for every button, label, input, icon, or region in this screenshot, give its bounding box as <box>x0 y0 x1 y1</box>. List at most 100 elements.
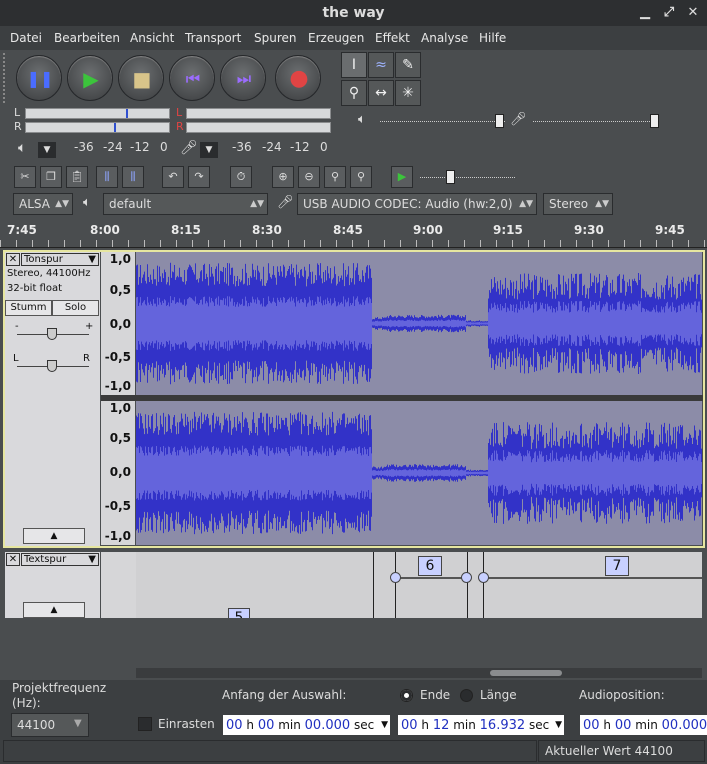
label-6[interactable]: 6 <box>418 556 442 576</box>
envelope-tool-icon[interactable]: ≈ <box>368 52 394 78</box>
label-track-controls: ✕ Textspur ▼ ▲ <box>5 552 100 618</box>
play-speed-slider[interactable] <box>420 177 515 178</box>
waveform-channel-2[interactable] <box>136 401 702 545</box>
audio-position-time[interactable]: 00 h 00 min 00.000 <box>580 715 707 735</box>
silence-icon[interactable]: ⫼ <box>122 166 144 188</box>
pos-seconds: 00.000 <box>661 718 707 733</box>
end-radio[interactable] <box>400 689 413 702</box>
unit-h: h <box>421 718 429 732</box>
skip-end-button[interactable]: ⏭ <box>220 55 266 101</box>
horizontal-scrollbar[interactable] <box>136 668 702 678</box>
multi-tool-icon[interactable]: ✳ <box>395 80 421 106</box>
skip-start-button[interactable]: ⏮ <box>169 55 215 101</box>
input-volume-slider[interactable] <box>533 121 658 122</box>
play-at-speed-icon[interactable]: ▶ <box>391 166 413 188</box>
menu-hilfe[interactable]: Hilfe <box>479 31 506 45</box>
close-label-track-icon[interactable]: ✕ <box>6 553 20 566</box>
stop-icon: ■ <box>132 67 152 91</box>
cut-icon[interactable]: ✂ <box>14 166 36 188</box>
output-device-select[interactable]: default ▲▼ <box>103 193 268 215</box>
paste-icon[interactable]: 📋︎ <box>66 166 88 188</box>
playback-meter-dropdown[interactable]: ▼ <box>38 142 56 158</box>
record-meter-bar-r[interactable] <box>186 122 331 133</box>
fit-selection-icon[interactable]: ⚲ <box>324 166 346 188</box>
menu-analyse[interactable]: Analyse <box>421 31 468 45</box>
record-meter-r: R <box>176 120 184 133</box>
selection-start-time[interactable]: 00 h 00 min 00.000 sec ▼ <box>223 715 390 735</box>
record-icon: ● <box>289 66 309 91</box>
redo-icon[interactable]: ↷ <box>188 166 210 188</box>
label-5[interactable]: 5 <box>228 608 250 618</box>
input-volume-thumb[interactable] <box>650 114 659 128</box>
channel1-vertical-ruler[interactable]: 1,0 0,5 0,0 -0,5 -1,0 <box>101 252 135 395</box>
fit-project-icon[interactable]: ⚲ <box>350 166 372 188</box>
scrollbar-thumb[interactable] <box>490 670 562 676</box>
gain-thumb[interactable] <box>47 328 57 340</box>
track-name-menu[interactable]: Tonspur ▼ <box>21 253 99 266</box>
label-7[interactable]: 7 <box>605 556 629 576</box>
input-device-select[interactable]: USB AUDIO CODEC: Audio (hw:2,0) ▲▼ <box>297 193 537 215</box>
draw-tool-icon[interactable]: ✎ <box>395 52 421 78</box>
unit-min: min <box>278 718 301 732</box>
label-6-handle[interactable] <box>390 572 401 583</box>
play-button[interactable]: ▶ <box>67 55 113 101</box>
microphone-icon: 🎤︎ <box>180 140 198 156</box>
play-speed-thumb[interactable] <box>446 170 455 184</box>
copy-icon[interactable]: ❐ <box>40 166 62 188</box>
menu-effekt[interactable]: Effekt <box>375 31 410 45</box>
zoom-tool-icon[interactable]: ⚲ <box>341 80 367 106</box>
menu-bearbeiten[interactable]: Bearbeiten <box>54 31 120 45</box>
output-volume-slider[interactable] <box>380 121 505 122</box>
pause-button[interactable]: ❚❚ <box>16 55 62 101</box>
ruler-tick: 9:30 <box>574 223 604 237</box>
selection-tool-icon[interactable]: I <box>341 52 367 78</box>
mute-button[interactable]: Stumm <box>5 300 52 316</box>
host-value: ALSA <box>19 197 50 211</box>
menu-ansicht[interactable]: Ansicht <box>130 31 174 45</box>
collapse-label-track-icon[interactable]: ▲ <box>23 602 85 618</box>
timeshift-tool-icon[interactable]: ↔ <box>368 80 394 106</box>
pan-left-label: L <box>13 353 19 364</box>
label-7-handle[interactable] <box>478 572 489 583</box>
sync-lock-icon[interactable]: ⏱ <box>230 166 252 188</box>
label-6-end-handle[interactable] <box>461 572 472 583</box>
close-icon[interactable]: ✕ <box>684 4 702 22</box>
solo-button[interactable]: Solo <box>52 300 99 316</box>
window-title: the way <box>322 5 385 21</box>
record-meter-bar-l[interactable] <box>186 108 331 119</box>
stop-button[interactable]: ■ <box>118 55 164 101</box>
menu-datei[interactable]: Datei <box>10 31 42 45</box>
collapse-track-icon[interactable]: ▲ <box>23 528 85 544</box>
ytick: 1,0 <box>109 401 131 415</box>
snap-checkbox[interactable] <box>138 717 152 731</box>
timeline-ruler[interactable]: 7:45 8:00 8:15 8:30 8:45 9:00 9:15 9:30 … <box>0 220 707 248</box>
minimize-icon[interactable]: ▁ <box>636 4 654 22</box>
project-rate-combo[interactable]: 44100 ▼ <box>11 713 89 737</box>
undo-icon[interactable]: ↶ <box>162 166 184 188</box>
selection-start-label: Anfang der Auswahl: <box>222 688 347 702</box>
chevron-down-icon: ▼ <box>88 554 96 565</box>
menu-transport[interactable]: Transport <box>185 31 241 45</box>
record-button[interactable]: ● <box>275 55 321 101</box>
menu-spuren[interactable]: Spuren <box>254 31 297 45</box>
waveform-channel-1[interactable] <box>136 252 702 395</box>
zoom-out-icon[interactable]: ⊖ <box>298 166 320 188</box>
output-device-value: default <box>109 197 152 211</box>
label-track-name-menu[interactable]: Textspur ▼ <box>21 553 99 566</box>
maximize-icon[interactable]: ⤢ <box>660 4 678 22</box>
chevron-down-icon: ▼ <box>88 254 96 265</box>
record-meter-dropdown[interactable]: ▼ <box>200 142 218 158</box>
menu-erzeugen[interactable]: Erzeugen <box>308 31 364 45</box>
label-track-area[interactable]: 6 7 5 <box>136 552 702 618</box>
ytick: -1,0 <box>104 529 131 543</box>
selection-end-time[interactable]: 00 h 12 min 16.932 sec ▼ <box>398 715 564 735</box>
channels-select[interactable]: Stereo ▲▼ <box>543 193 613 215</box>
zoom-in-icon[interactable]: ⊕ <box>272 166 294 188</box>
pan-thumb[interactable] <box>47 360 57 372</box>
channel2-vertical-ruler[interactable]: 1,0 0,5 0,0 -0,5 -1,0 <box>101 401 135 545</box>
output-volume-thumb[interactable] <box>495 114 504 128</box>
host-select[interactable]: ALSA ▲▼ <box>13 193 73 215</box>
length-radio[interactable] <box>460 689 473 702</box>
close-track-icon[interactable]: ✕ <box>6 253 20 266</box>
trim-icon[interactable]: ⫼ <box>96 166 118 188</box>
